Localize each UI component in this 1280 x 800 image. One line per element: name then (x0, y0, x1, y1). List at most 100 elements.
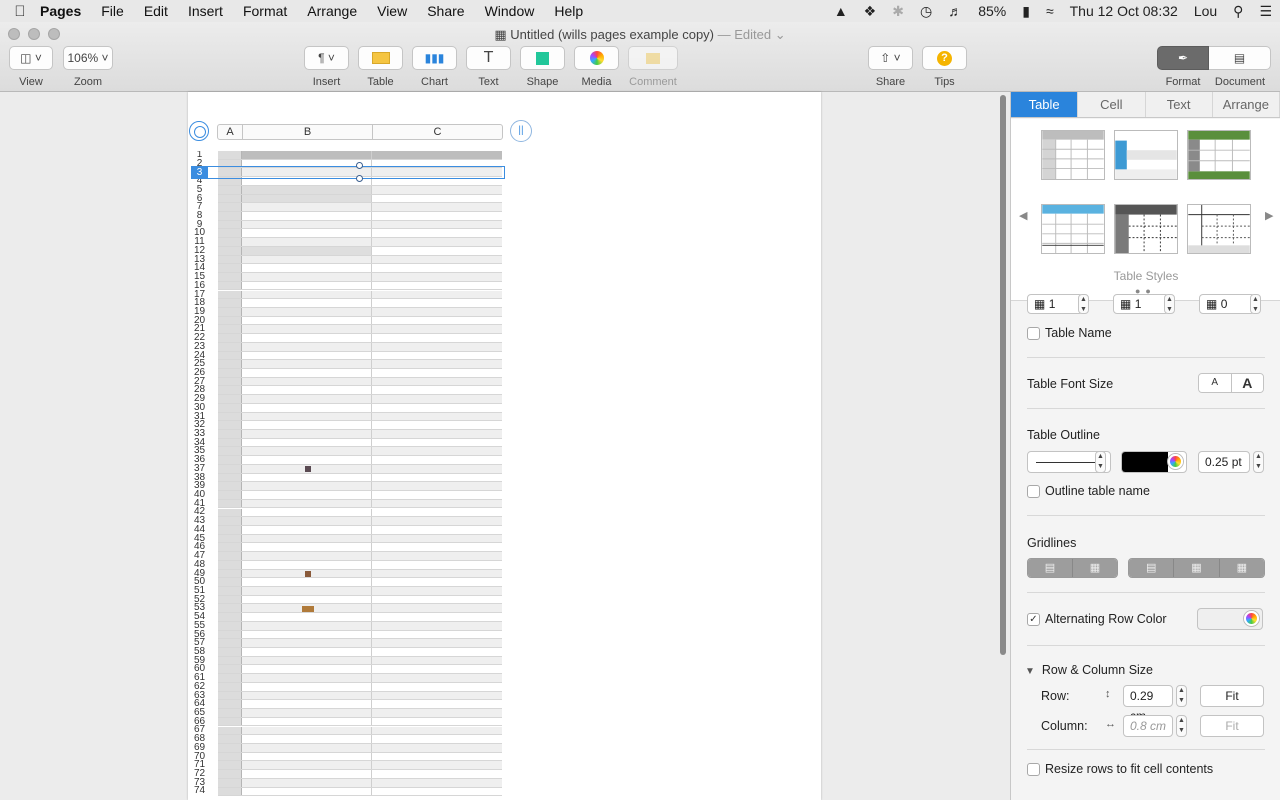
table-row[interactable] (218, 299, 502, 308)
table-style-6[interactable] (1187, 204, 1251, 254)
table-cell[interactable] (218, 229, 242, 238)
apple-icon[interactable]:  (0, 3, 40, 20)
table-style-3[interactable] (1187, 130, 1251, 180)
table-cell[interactable] (218, 534, 242, 543)
footer-gridlines-button[interactable]: ▦ (1219, 559, 1264, 577)
table-style-4[interactable] (1041, 204, 1105, 254)
table-cell[interactable] (242, 299, 372, 307)
table-cell[interactable] (242, 334, 372, 342)
table-cell[interactable] (242, 639, 372, 647)
menu-share[interactable]: Share (417, 3, 474, 19)
table-row[interactable] (218, 499, 502, 509)
table-cell[interactable] (218, 743, 242, 752)
vertical-scrollbar[interactable] (1000, 95, 1006, 655)
header-row-gridlines-button[interactable]: ▤ (1129, 559, 1175, 577)
format-button[interactable]: ✒ (1157, 46, 1209, 70)
table-cell[interactable] (218, 151, 242, 159)
table-cell[interactable] (218, 447, 242, 456)
table-style-2[interactable] (1114, 130, 1178, 180)
table-row[interactable] (218, 412, 502, 422)
table-cell[interactable] (218, 351, 242, 360)
table-cell[interactable] (218, 560, 242, 569)
row-column-size-disclosure[interactable]: ▼ Row & Column Size (1025, 663, 1153, 677)
shape-button[interactable] (520, 46, 565, 70)
table-cell[interactable] (242, 743, 372, 752)
resize-rows-checkbox[interactable] (1027, 763, 1040, 777)
vertical-gridlines-button[interactable]: ▦ (1073, 559, 1117, 577)
table-cell[interactable] (242, 281, 372, 290)
table-cell[interactable] (218, 395, 242, 403)
add-column-handle[interactable]: || (510, 120, 532, 142)
outline-name-option[interactable]: Outline table name (1027, 484, 1150, 499)
share-button[interactable]: ⇧ ˅ (868, 46, 913, 70)
table-cell[interactable] (242, 264, 372, 273)
tab-arrange[interactable]: Arrange (1212, 92, 1280, 117)
table-cell[interactable] (218, 299, 242, 307)
table-cell[interactable] (242, 482, 372, 491)
table-select-handle[interactable] (189, 121, 209, 141)
table-cell[interactable] (218, 552, 242, 560)
table-row[interactable] (218, 316, 502, 326)
spotlight-icon[interactable]: ⚲ (1233, 3, 1243, 20)
table-row[interactable] (218, 395, 502, 404)
fit-column-button[interactable]: Fit (1200, 715, 1264, 737)
table-cell[interactable] (242, 351, 372, 360)
dropbox-icon[interactable]: ❖ (864, 3, 877, 20)
table-cell[interactable] (242, 552, 372, 560)
outline-name-checkbox[interactable] (1027, 485, 1040, 499)
table-row[interactable] (218, 351, 502, 361)
column-width-field[interactable]: 0.8 cm (1123, 715, 1173, 737)
table-cell[interactable] (242, 491, 372, 499)
table-row[interactable] (218, 674, 502, 683)
table-cell[interactable] (242, 430, 372, 438)
table-cell[interactable] (218, 499, 242, 508)
table-cell[interactable] (242, 630, 372, 639)
table-row[interactable] (218, 534, 502, 544)
table-cell[interactable] (218, 578, 242, 586)
table-cell[interactable] (218, 456, 242, 464)
battery-percent[interactable]: 85% (978, 3, 1006, 19)
zoom-button[interactable]: 106% ˅ (63, 46, 113, 70)
table-cell[interactable] (218, 246, 242, 255)
menu-app[interactable]: Pages (40, 3, 91, 19)
table-cell[interactable] (242, 194, 372, 203)
table-row[interactable] (218, 682, 502, 692)
table-row[interactable] (218, 273, 502, 282)
table-row[interactable] (218, 447, 502, 457)
table-cell[interactable] (242, 595, 372, 604)
table-cell[interactable] (242, 517, 372, 525)
table-row[interactable] (218, 665, 502, 675)
clock[interactable]: Thu 12 Oct 08:32 (1070, 3, 1178, 19)
increase-font-button[interactable]: A (1231, 374, 1263, 392)
table-cell[interactable] (218, 613, 242, 621)
table-row[interactable] (218, 421, 502, 430)
table-cell[interactable] (218, 412, 242, 421)
table-cell[interactable] (218, 508, 242, 517)
tips-button[interactable]: ? (922, 46, 967, 70)
column-header-a[interactable]: A (218, 125, 243, 139)
table-cell[interactable] (218, 735, 242, 743)
column-header-c[interactable]: C (373, 125, 502, 139)
view-button[interactable]: ◫ ˅ (9, 46, 53, 70)
table-row[interactable] (218, 726, 502, 736)
table-cell[interactable] (242, 726, 372, 735)
table-row[interactable] (218, 220, 502, 230)
table-row[interactable] (218, 735, 502, 744)
table-cell[interactable] (218, 787, 242, 796)
table-cell[interactable] (218, 273, 242, 281)
cell-image[interactable] (305, 466, 311, 472)
table-cell[interactable] (242, 525, 372, 534)
table-cell[interactable] (242, 403, 372, 412)
table-cell[interactable] (218, 464, 242, 473)
table-cell[interactable] (242, 691, 372, 700)
alternating-row-option[interactable]: ✓ Alternating Row Color (1027, 612, 1167, 627)
table-cell[interactable] (242, 587, 372, 595)
menu-window[interactable]: Window (475, 3, 545, 19)
resize-handle-bottom[interactable] (356, 175, 363, 182)
table-row[interactable] (218, 639, 502, 648)
table-cell[interactable] (242, 656, 372, 665)
table-cell[interactable] (242, 412, 372, 421)
table-row[interactable] (218, 456, 502, 465)
table-cell[interactable] (242, 787, 372, 796)
table-cell[interactable] (242, 447, 372, 456)
